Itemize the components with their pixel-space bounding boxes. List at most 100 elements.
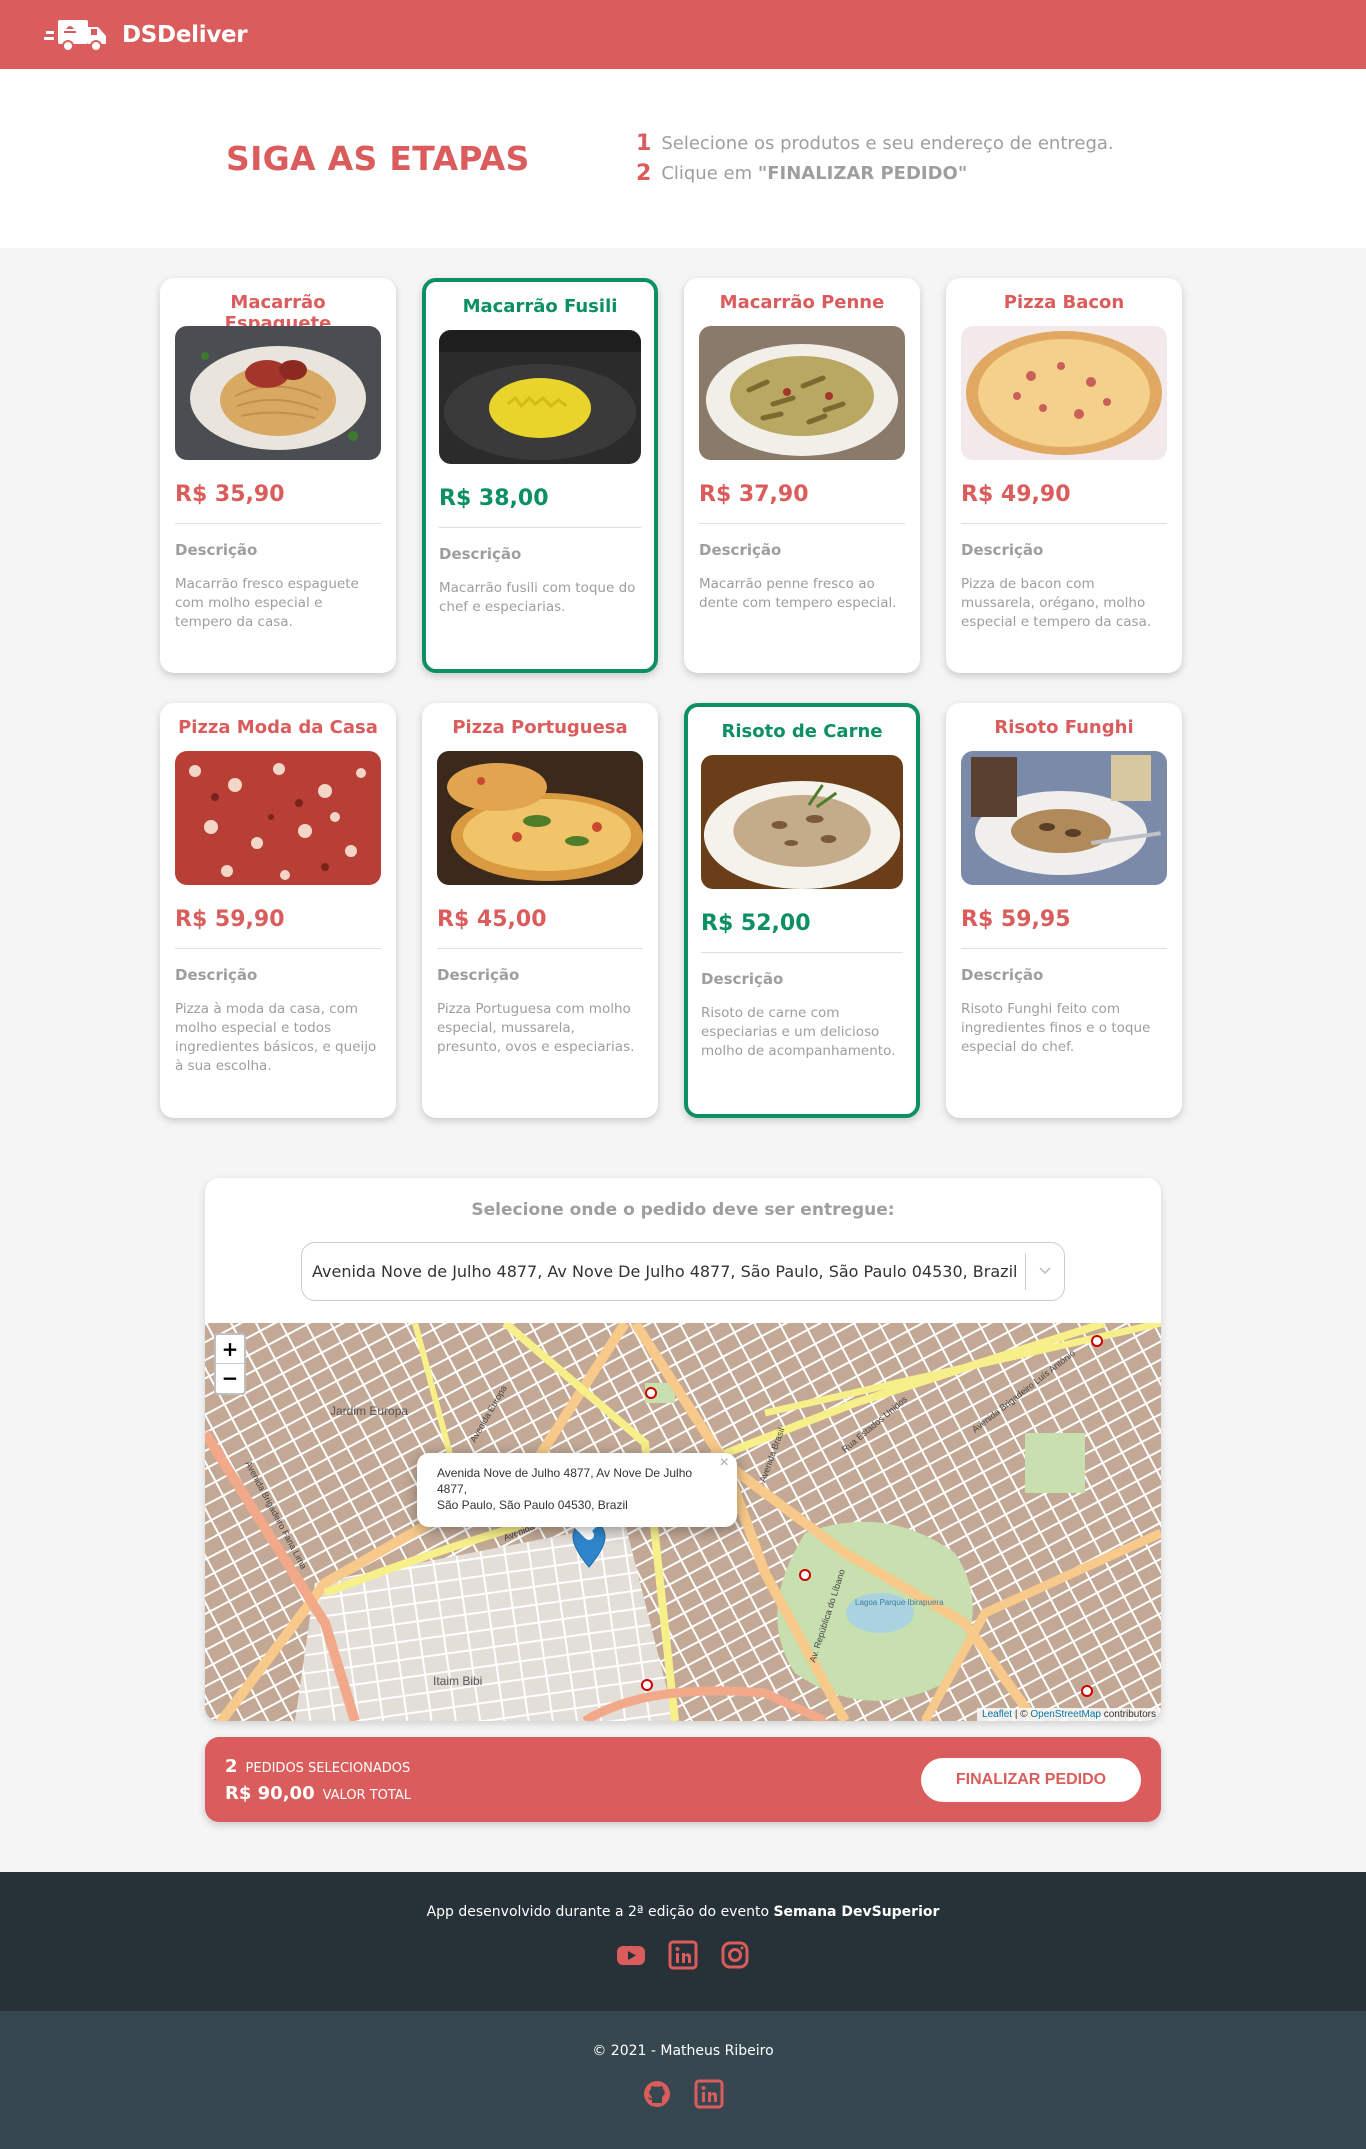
navbar: DSDeliver (0, 0, 1366, 69)
steps-title: SIGA AS ETAPAS (226, 139, 530, 178)
product-description: Pizza Portuguesa com molho especial, mus… (437, 1001, 635, 1055)
order-location: Selecione onde o pedido deve ser entregu… (205, 1178, 1161, 1721)
map-label: Jardim Europa (330, 1404, 408, 1418)
product-image (961, 326, 1167, 460)
summary-total-line: R$ 90,00 VALOR TOTAL (225, 1783, 411, 1804)
description-label: Descrição (961, 541, 1044, 559)
delivery-truck-icon[interactable] (44, 17, 108, 53)
product-image (701, 755, 903, 889)
github-icon[interactable] (642, 2079, 672, 2109)
total-value-label: VALOR TOTAL (322, 1787, 411, 1803)
step-item: 2 Clique em "FINALIZAR PEDIDO" (636, 161, 1114, 186)
map-popup: × Avenida Nove de Julho 4877, Av Nove De… (417, 1453, 737, 1527)
product-card[interactable]: Pizza Bacon R$ 49,90 Descrição Pizza de … (946, 278, 1182, 673)
description-label: Descrição (439, 545, 522, 563)
product-description: Risoto de carne com especiarias e um del… (701, 1005, 896, 1059)
product-price: R$ 35,90 (175, 482, 381, 524)
map-label: Itaim Bibi (433, 1674, 482, 1688)
product-description: Risoto Funghi feito com ingredientes fin… (961, 1001, 1151, 1055)
steps-section: SIGA AS ETAPAS 1 Selecione os produtos e… (0, 69, 1366, 248)
description-label: Descrição (437, 966, 520, 984)
product-price: R$ 49,90 (961, 482, 1167, 524)
description-label: Descrição (699, 541, 782, 559)
map-attribution: Leaflet | © OpenStreetMap contributors (977, 1708, 1161, 1721)
footer-text: App desenvolvido durante a 2ª edição do … (426, 1904, 940, 1920)
product-card[interactable]: Macarrão Espaguete R$ 35,90 Descrição Ma… (160, 278, 396, 673)
chevron-down-icon[interactable] (1038, 1263, 1052, 1277)
main-footer: App desenvolvido durante a 2ª edição do … (0, 1872, 1366, 2011)
author-icons (0, 2079, 1366, 2109)
leaflet-link[interactable]: Leaflet (982, 1709, 1012, 1720)
zoom-out-button[interactable]: − (216, 1364, 244, 1393)
total-value: R$ 90,00 (225, 1782, 315, 1804)
step-number: 1 (636, 131, 652, 156)
product-description: Pizza à moda da casa, com molho especial… (175, 1001, 377, 1074)
product-price: R$ 45,00 (437, 907, 643, 949)
step-item: 1 Selecione os produtos e seu endereço d… (636, 131, 1114, 156)
product-image (699, 326, 905, 460)
product-image (439, 330, 641, 464)
product-card[interactable]: Risoto Funghi R$ 59,95 Descrição Risoto … (946, 703, 1182, 1118)
product-name: Pizza Bacon (1003, 292, 1125, 313)
product-price: R$ 37,90 (699, 482, 905, 524)
select-separator (1025, 1253, 1026, 1290)
summary-text: 2 PEDIDOS SELECIONADOS R$ 90,00 VALOR TO… (225, 1756, 411, 1804)
linkedin-icon[interactable] (668, 1940, 698, 1970)
selected-count-label: PEDIDOS SELECIONADOS (245, 1760, 411, 1776)
product-image (437, 751, 643, 885)
author-footer: © 2021 - Matheus Ribeiro (0, 2011, 1366, 2149)
close-icon[interactable]: × (720, 1455, 729, 1471)
popup-line: Avenida Nove de Julho 4877, Av Nove De J… (437, 1466, 693, 1496)
product-name: Pizza Moda da Casa (178, 717, 378, 738)
product-image (175, 326, 381, 460)
location-title: Selecione onde o pedido deve ser entregu… (471, 1200, 895, 1220)
youtube-icon[interactable] (616, 1940, 646, 1970)
description-label: Descrição (961, 966, 1044, 984)
product-price: R$ 59,90 (175, 907, 381, 949)
step-number: 2 (636, 161, 652, 186)
product-image (175, 751, 381, 885)
step-text-bold: "FINALIZAR PEDIDO" (757, 163, 968, 184)
product-description: Macarrão fresco espaguete com molho espe… (175, 576, 359, 630)
instagram-icon[interactable] (720, 1940, 750, 1970)
step-text: Clique em (661, 163, 758, 184)
description-label: Descrição (175, 966, 258, 984)
summary-count-line: 2 PEDIDOS SELECIONADOS (225, 1756, 411, 1777)
product-name: Macarrão Penne (719, 292, 885, 313)
product-name: Risoto de Carne (721, 721, 883, 742)
social-icons (0, 1940, 1366, 1970)
address-select[interactable]: Avenida Nove de Julho 4877, Av Nove De J… (301, 1242, 1065, 1301)
product-image (961, 751, 1167, 885)
product-card[interactable]: Pizza Moda da Casa R$ 59,90 Descrição Pi… (160, 703, 396, 1118)
finish-order-button[interactable]: FINALIZAR PEDIDO (921, 1757, 1141, 1802)
product-description: Macarrão fusili com toque do chef e espe… (439, 580, 636, 615)
product-description: Macarrão penne fresco ao dente com tempe… (699, 576, 897, 611)
product-price: R$ 59,95 (961, 907, 1167, 949)
order-summary: 2 PEDIDOS SELECIONADOS R$ 90,00 VALOR TO… (205, 1737, 1161, 1822)
zoom-control[interactable]: + − (214, 1333, 246, 1395)
product-description: Pizza de bacon com mussarela, orégano, m… (961, 576, 1152, 630)
osm-link[interactable]: OpenStreetMap (1030, 1709, 1101, 1720)
brand-name[interactable]: DSDeliver (122, 22, 248, 48)
linkedin-icon[interactable] (694, 2079, 724, 2109)
product-price: R$ 52,00 (701, 911, 903, 953)
product-card[interactable]: Risoto de Carne R$ 52,00 Descrição Risot… (684, 703, 920, 1118)
product-card[interactable]: Macarrão Penne R$ 37,90 Descrição Macarr… (684, 278, 920, 673)
zoom-in-button[interactable]: + (216, 1335, 244, 1364)
product-card[interactable]: Macarrão Fusili R$ 38,00 Descrição Macar… (422, 278, 658, 673)
map-label: Lagoa Parque Ibirapuera (855, 1598, 944, 1607)
description-label: Descrição (701, 970, 784, 988)
product-price: R$ 38,00 (439, 486, 641, 528)
product-name: Macarrão Espaguete (224, 292, 332, 334)
steps-list: 1 Selecione os produtos e seu endereço d… (636, 126, 1114, 191)
popup-line: São Paulo, São Paulo 04530, Brazil (437, 1498, 628, 1512)
product-card[interactable]: Pizza Portuguesa R$ 45,00 Descrição Pizz… (422, 703, 658, 1118)
map[interactable]: Jardim Europa Itaim Bibi Lagoa Parque Ib… (205, 1319, 1161, 1721)
description-label: Descrição (175, 541, 258, 559)
step-text: Selecione os produtos e seu endereço de … (661, 133, 1114, 154)
event-name: Semana DevSuperior (773, 1904, 940, 1920)
product-name: Macarrão Fusili (462, 296, 618, 317)
products-grid: Macarrão Espaguete R$ 35,90 Descrição Ma… (160, 278, 1206, 1118)
selected-address: Avenida Nove de Julho 4877, Av Nove De J… (312, 1262, 1018, 1281)
product-name: Risoto Funghi (994, 717, 1134, 738)
